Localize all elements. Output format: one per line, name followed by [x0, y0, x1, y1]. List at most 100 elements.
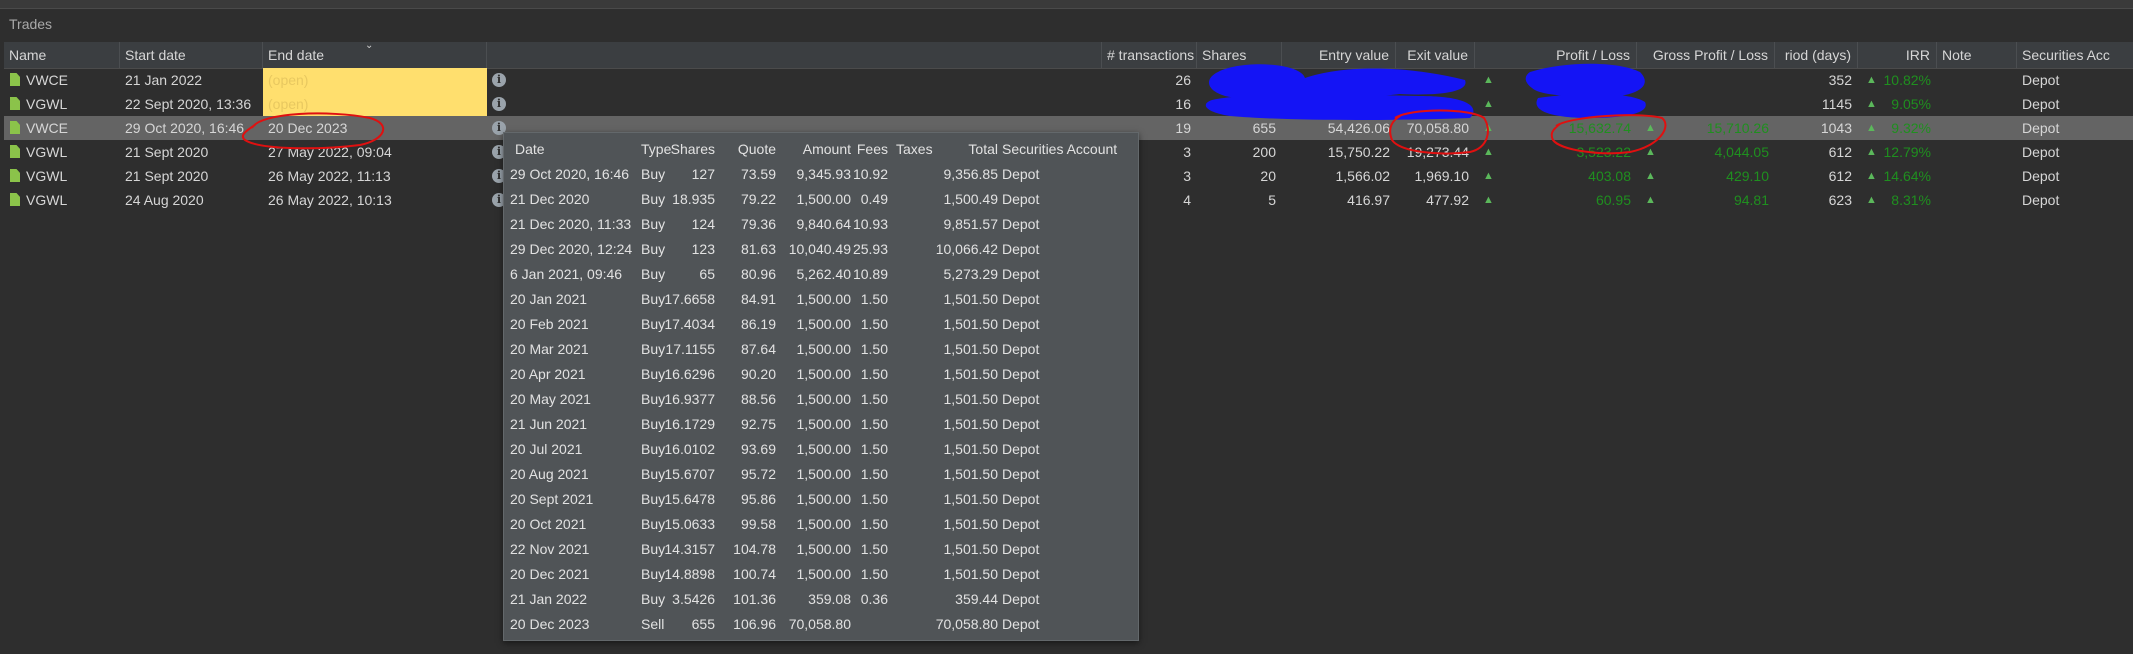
tooltip-cell-quote: 79.36	[740, 216, 776, 232]
column-header-entry-value[interactable]: Entry value	[1282, 42, 1396, 68]
tooltip-transaction-row: 20 Apr 2021 Buy 16.6296 90.20 1,500.00 1.50 1,…	[504, 362, 1138, 387]
tooltip-cell-type: Buy	[641, 416, 666, 432]
table-row[interactable]: VGWL 22 Sept 2020, 13:36 (open) i 16 ▲ 1145 ▲ 9.…	[4, 92, 2133, 116]
tooltip-transaction-row: 21 Jun 2021 Buy 16.1729 92.75 1,500.00 1.50 1,…	[504, 412, 1138, 437]
cell-irr: 12.79%	[1883, 144, 1931, 160]
tooltip-cell-shares: 17.4034	[664, 316, 715, 332]
cell-shares: 5	[1268, 192, 1276, 208]
cell-gross-wrap: ▲ 429.10	[1637, 164, 1775, 188]
tooltip-cell-quote: 99.58	[740, 516, 776, 532]
cell-irr-wrap: ▲ 9.32%	[1858, 116, 1937, 140]
tooltip-cell-amount: 1,500.00	[796, 391, 852, 407]
tooltip-header-date: Date	[515, 141, 545, 157]
tooltip-cell-acc: Depot	[1002, 541, 1040, 557]
tooltip-cell-type: Sell	[641, 616, 665, 632]
cell-securities-account: Depot	[2022, 96, 2060, 112]
tooltip-cell-acc: Depot	[1002, 266, 1040, 282]
tooltip-cell-acc: Depot	[1002, 341, 1040, 357]
tooltip-cell-amount: 1,500.00	[796, 566, 852, 582]
tooltip-cell-quote: 79.22	[740, 191, 776, 207]
tooltip-cell-shares: 17.1155	[665, 341, 715, 357]
tooltip-cell-type: Buy	[641, 566, 666, 582]
tooltip-cell-type: Buy	[641, 341, 666, 357]
cell-shares	[1197, 68, 1282, 92]
tooltip-cell-acc: Depot	[1002, 491, 1040, 507]
tooltip-cell-date: 20 Dec 2023	[510, 616, 590, 632]
tooltip-cell-acc: Depot	[1002, 416, 1040, 432]
tooltip-cell-quote: 86.19	[740, 316, 776, 332]
cell-entry-value	[1282, 92, 1396, 116]
up-arrow-icon: ▲	[1866, 122, 1877, 134]
tooltip-cell-total: 70,058.80	[935, 616, 998, 632]
info-icon[interactable]: i	[492, 97, 506, 111]
cell-entry-value: 54,426.06	[1327, 120, 1390, 136]
cell-transactions: 16	[1175, 96, 1191, 112]
tooltip-transaction-row: 6 Jan 2021, 09:46 Buy 65 80.96 5,262.40 10.89…	[504, 262, 1138, 287]
column-header-shares[interactable]: Shares	[1197, 42, 1282, 68]
cell-entry-value: 416.97	[1347, 192, 1390, 208]
tooltip-cell-shares: 15.6707	[664, 466, 715, 482]
tooltip-cell-acc: Depot	[1002, 366, 1040, 382]
up-arrow-icon: ▲	[1483, 194, 1494, 206]
table-row[interactable]: VWCE 21 Jan 2022 (open) i 26 ▲ 352 ▲ 10.82% Depot	[4, 68, 2133, 92]
up-arrow-icon: ▲	[1866, 194, 1877, 206]
tooltip-header: Date Type Shares Quote Amount Fees Taxes…	[504, 137, 1138, 162]
tooltip-cell-type: Buy	[641, 316, 666, 332]
info-icon[interactable]: i	[492, 73, 506, 87]
cell-start-date: 21 Sept 2020	[125, 144, 209, 160]
tooltip-cell-amount: 359.08	[808, 591, 851, 607]
cell-profit-loss: 60.95	[1595, 192, 1631, 208]
tooltip-header-quote: Quote	[737, 141, 776, 157]
cell-exit-value: 70,058.80	[1406, 120, 1469, 136]
cell-note	[1937, 68, 2017, 92]
tooltip-cell-fees: 1.50	[860, 491, 888, 507]
sort-chevron-icon[interactable]: ⌄	[365, 40, 373, 51]
tooltip-cell-type: Buy	[641, 241, 666, 257]
column-header-start-date[interactable]: Start date	[120, 42, 263, 68]
tooltip-cell-date: 20 Jul 2021	[510, 441, 583, 457]
up-arrow-icon: ▲	[1483, 170, 1494, 182]
cell-securities-account: Depot	[2022, 168, 2060, 184]
cell-name: VGWL	[26, 144, 68, 160]
tooltip-transaction-row: 20 Jan 2021 Buy 17.6658 84.91 1,500.00 1.50 1,…	[504, 287, 1138, 312]
tooltip-cell-shares: 124	[691, 216, 715, 232]
column-header-exit-value[interactable]: Exit value	[1396, 42, 1475, 68]
tooltip-cell-total: 1,501.50	[943, 416, 999, 432]
column-header-name[interactable]: Name	[4, 42, 120, 68]
tooltip-cell-fees: 10.89	[852, 266, 888, 282]
tooltip-cell-total: 1,501.50	[943, 541, 999, 557]
column-header-profit-loss[interactable]: Profit / Loss	[1475, 42, 1637, 68]
tooltip-cell-fees: 1.50	[860, 416, 888, 432]
cell-holding-period: 1043	[1820, 120, 1852, 136]
cell-irr-wrap: ▲ 10.82%	[1858, 68, 1937, 92]
tooltip-cell-quote: 104.78	[733, 541, 776, 557]
tooltip-header-amount: Amount	[802, 141, 851, 157]
tooltip-cell-shares: 15.0633	[664, 516, 715, 532]
cell-profit-loss-wrap: ▲ 60.95	[1475, 188, 1637, 212]
column-header-irr[interactable]: IRR	[1858, 42, 1937, 68]
column-header-note[interactable]: Note	[1937, 42, 2017, 68]
tooltip-cell-fees: 1.50	[860, 516, 888, 532]
column-header-securities-account[interactable]: Securities Acc	[2017, 42, 2133, 68]
tooltip-cell-shares: 17.6658	[664, 291, 715, 307]
cell-gross-wrap: ▲ 4,044.05	[1637, 140, 1775, 164]
column-header-holding-period[interactable]: riod (days)	[1775, 42, 1858, 68]
column-header-gross-profit-loss[interactable]: Gross Profit / Loss	[1637, 42, 1775, 68]
cell-profit-loss-wrap: ▲ 3,523.22	[1475, 140, 1637, 164]
tooltip-cell-type: Buy	[641, 366, 666, 382]
tooltip-cell-amount: 5,262.40	[796, 266, 852, 282]
cell-entry-value	[1282, 68, 1396, 92]
tooltip-cell-shares: 18.935	[672, 191, 715, 207]
cell-irr: 9.05%	[1891, 96, 1931, 112]
cell-irr-wrap: ▲ 9.05%	[1858, 92, 1937, 116]
tooltip-cell-date: 20 Apr 2021	[510, 366, 586, 382]
tooltip-cell-shares: 65	[699, 266, 715, 282]
tooltip-cell-date: 29 Oct 2020, 16:46	[510, 166, 630, 182]
tooltip-cell-amount: 1,500.00	[796, 316, 852, 332]
tooltip-cell-date: 21 Dec 2020, 11:33	[510, 216, 632, 232]
tooltip-cell-total: 1,500.49	[943, 191, 999, 207]
column-header-transactions[interactable]: # transactions	[1102, 42, 1197, 68]
tooltip-header-account: Securities Account	[1002, 141, 1118, 157]
tooltip-cell-shares: 3.5426	[672, 591, 715, 607]
column-header-end-date[interactable]: End date	[263, 42, 487, 68]
